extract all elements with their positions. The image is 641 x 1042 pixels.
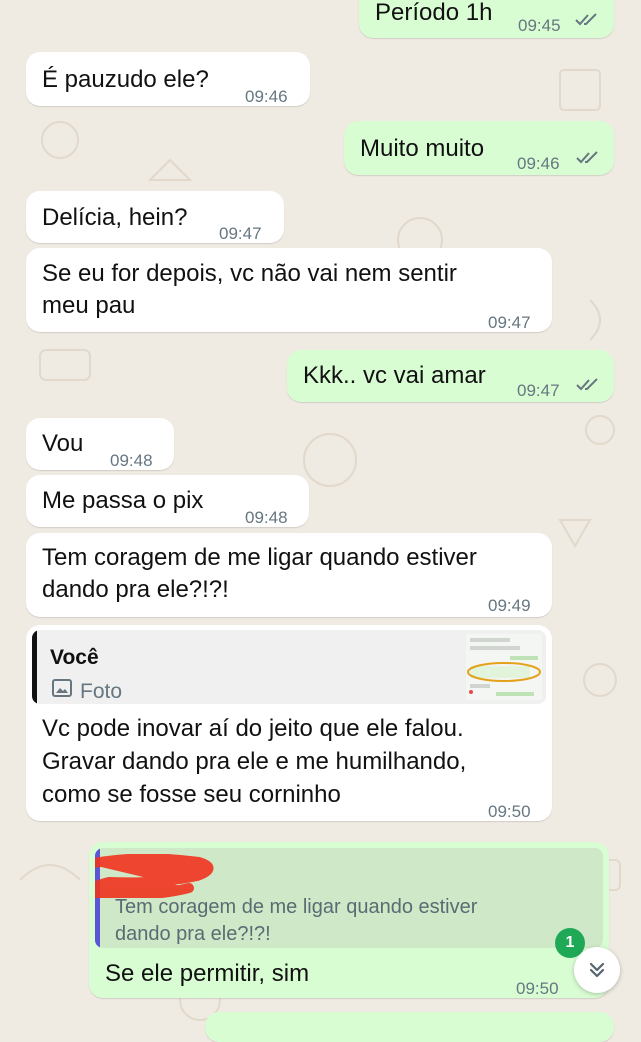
message-text: Muito muito	[360, 135, 485, 162]
message-bubble-outgoing[interactable]: Kkk.. vc vai amar 09:47	[287, 350, 614, 402]
message-time: 09:46	[517, 154, 560, 173]
quoted-message[interactable]: Você Foto	[32, 630, 546, 704]
message-text-line: Gravar dando pra ele e me humilhando,	[42, 748, 467, 775]
double-check-icon	[576, 378, 598, 391]
message-bubble-incoming[interactable]: Vou 09:48	[26, 418, 174, 470]
message-text: Vou	[42, 430, 84, 457]
chevron-double-down-icon	[589, 962, 605, 978]
quoted-message[interactable]: Tem coragem de me ligar quando estiver d…	[95, 848, 603, 948]
quote-text-line: dando pra ele?!?!	[115, 923, 271, 945]
message-time: 09:48	[110, 451, 153, 470]
message-bubble-incoming[interactable]: Se eu for depois, vc não vai nem sentir …	[26, 248, 552, 332]
message-text: É pauzudo ele?	[42, 66, 209, 93]
double-check-icon	[576, 151, 598, 164]
thumbnail-preview	[467, 638, 541, 696]
image-icon	[52, 679, 72, 697]
message-bubble-outgoing[interactable]: Período 1h 09:45	[359, 0, 614, 38]
message-bubble-incoming[interactable]: Tem coragem de me ligar quando estiver d…	[26, 533, 552, 617]
message-time: 09:46	[245, 87, 288, 106]
message-bubble-incoming[interactable]: Delícia, hein? 09:47	[26, 191, 284, 243]
message-text-line: meu pau	[42, 292, 136, 319]
double-check-icon	[575, 13, 597, 26]
message-bubble-incoming[interactable]: É pauzudo ele? 09:46	[26, 52, 310, 106]
message-bubble-outgoing[interactable]	[205, 1012, 614, 1042]
message-text-line: Vc pode inovar aí do jeito que ele falou…	[42, 715, 464, 742]
quote-text-line: Tem coragem de me ligar quando estiver	[115, 896, 478, 918]
message-time: 09:45	[518, 16, 561, 35]
message-bubble-incoming[interactable]: Você Foto Vc pode inovar aí do jeito que…	[26, 625, 552, 821]
message-time: 09:47	[219, 224, 262, 243]
message-time: 09:50	[488, 802, 531, 821]
quote-type: Foto	[80, 680, 123, 703]
message-text: Se ele permitir, sim	[105, 960, 310, 987]
message-text: Período 1h	[375, 0, 493, 26]
scroll-to-bottom-button[interactable]	[574, 947, 620, 993]
message-time: 09:48	[245, 508, 288, 527]
message-text: Kkk.. vc vai amar	[303, 362, 486, 389]
message-bubble-outgoing[interactable]: Muito muito 09:46	[344, 121, 614, 175]
message-text: Me passa o pix	[42, 487, 204, 514]
message-time: 09:47	[517, 381, 560, 400]
quote-bar	[32, 630, 37, 704]
quote-thumbnail[interactable]	[466, 634, 542, 700]
redaction-mark	[95, 854, 214, 898]
message-text-line: como se fosse seu corninho	[42, 781, 341, 808]
message-bubble-outgoing[interactable]: Tem coragem de me ligar quando estiver d…	[89, 842, 609, 998]
message-time: 09:47	[488, 313, 531, 332]
message-time: 09:50	[516, 979, 559, 998]
quote-author: Você	[50, 646, 99, 669]
message-text-line: Tem coragem de me ligar quando estiver	[42, 544, 477, 571]
message-text-line: dando pra ele?!?!	[42, 576, 229, 603]
message-text: Delícia, hein?	[42, 204, 188, 231]
message-time: 09:49	[488, 596, 531, 615]
message-text-line: Se eu for depois, vc não vai nem sentir	[42, 260, 457, 287]
message-bubble-incoming[interactable]: Me passa o pix 09:48	[26, 475, 309, 527]
